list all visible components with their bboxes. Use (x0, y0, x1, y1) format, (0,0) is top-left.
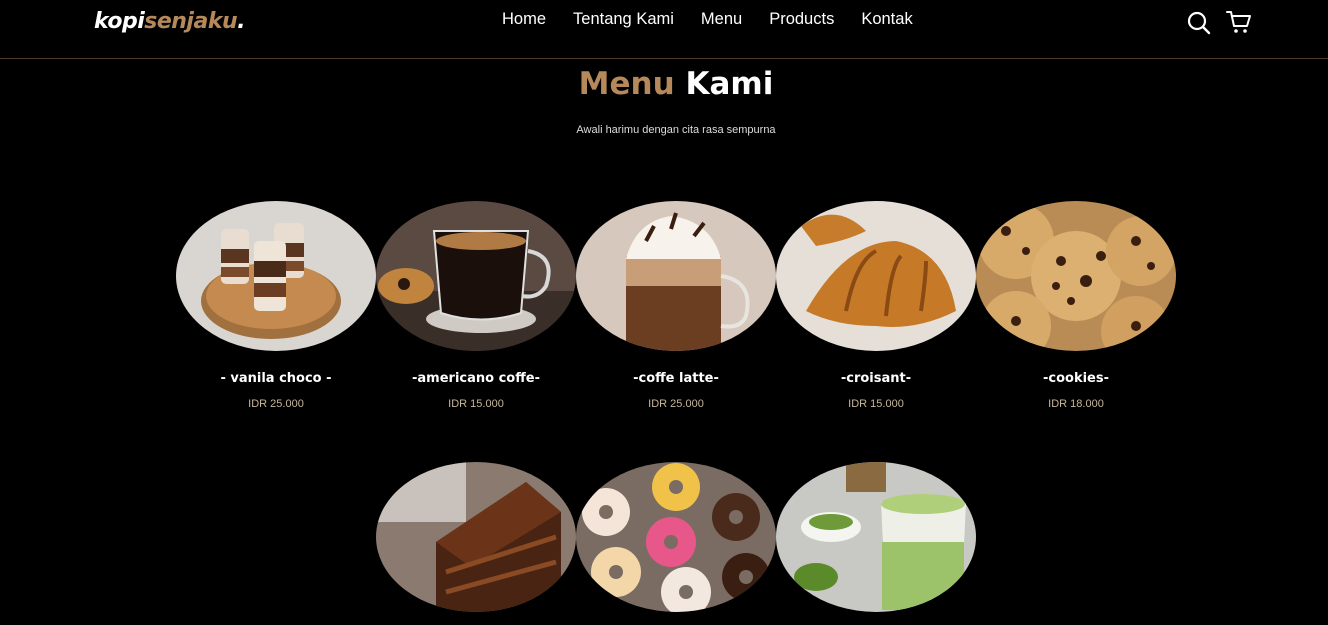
matcha-latte-image (776, 462, 976, 612)
menu-price: IDR 25.000 (648, 398, 704, 410)
brand-part1: kopi (94, 9, 145, 34)
menu-card: -croisant- IDR 15.000 (776, 201, 976, 410)
coffe-latte-image (576, 201, 776, 351)
menu-card: -coffe latte- IDR 25.000 (576, 201, 776, 410)
menu-card (376, 462, 576, 612)
menu-price: IDR 15.000 (848, 398, 904, 410)
menu-price: IDR 15.000 (448, 398, 504, 410)
section-subtitle: Awali harimu dengan cita rasa sempurna (576, 124, 776, 136)
croisant-image (776, 201, 976, 351)
nav-link-products[interactable]: Products (769, 10, 834, 29)
menu-name: -americano coffe- (412, 371, 540, 386)
nav-link-tentang-kami[interactable]: Tentang Kami (573, 10, 674, 29)
nav-link-home[interactable]: Home (502, 10, 546, 29)
search-icon[interactable] (1186, 9, 1212, 35)
menu-card: -americano coffe- IDR 15.000 (376, 201, 576, 410)
cart-icon[interactable] (1226, 9, 1252, 35)
brand-part2: senjaku (144, 9, 238, 34)
section-title: Menu Kami (0, 66, 1328, 102)
chocolate-cake-image (376, 462, 576, 612)
menu-card (576, 462, 776, 612)
vanila-choco-image (176, 201, 376, 351)
americano-image (376, 201, 576, 351)
section-title-main: Kami (685, 66, 774, 102)
menu-card (776, 462, 976, 612)
nav-icons (1186, 9, 1252, 35)
brand-logo[interactable]: kopisenjaku. (94, 9, 245, 34)
menu-name: -croisant- (840, 371, 912, 386)
menu-name: -cookies- (1042, 371, 1109, 386)
section-title-accent: Menu (578, 66, 675, 102)
nav-link-kontak[interactable]: Kontak (861, 10, 912, 29)
menu-price: IDR 18.000 (1048, 398, 1104, 410)
navbar: kopisenjaku. Home Tentang Kami Menu Prod… (0, 0, 1328, 59)
donuts-image (576, 462, 776, 612)
cookies-image (976, 201, 1176, 351)
menu-name: - vanila choco - (220, 371, 332, 386)
nav-links: Home Tentang Kami Menu Products Kontak (502, 10, 940, 29)
menu-card: -cookies- IDR 18.000 (976, 201, 1176, 410)
menu-price: IDR 25.000 (248, 398, 304, 410)
nav-link-menu[interactable]: Menu (701, 10, 742, 29)
brand-dot: . (237, 9, 245, 34)
menu-name: -coffe latte- (633, 371, 719, 386)
menu-card: - vanila choco - IDR 25.000 (176, 201, 376, 410)
